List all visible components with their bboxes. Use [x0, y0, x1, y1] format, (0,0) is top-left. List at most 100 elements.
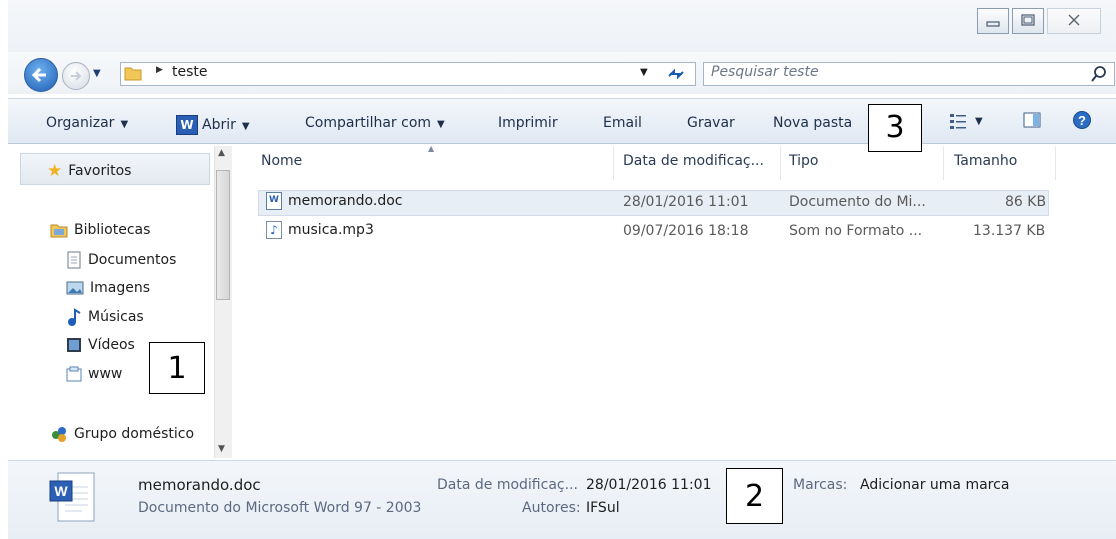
nova-pasta-button[interactable]: Nova pasta: [773, 115, 852, 131]
navigation-pane: [18, 146, 230, 458]
file-name-cell[interactable]: ♪ musica.mp3: [266, 221, 374, 239]
column-tamanho[interactable]: Tamanho: [954, 153, 1017, 169]
image-icon: [66, 281, 84, 295]
file-name-cell[interactable]: Wmemorando.doc: [266, 192, 402, 210]
view-options-icon[interactable]: [948, 111, 970, 131]
search-icon[interactable]: [1090, 65, 1108, 83]
view-dropdown-icon[interactable]: ▼: [975, 116, 983, 127]
nav-documentos[interactable]: Documentos: [66, 251, 176, 269]
compartilhar-label: Compartilhar com: [305, 115, 432, 131]
close-icon: [1068, 14, 1080, 26]
word-icon: W: [176, 115, 198, 135]
bibliotecas-label: Bibliotecas: [74, 222, 151, 238]
minimize-icon: [986, 21, 1000, 27]
nav-videos[interactable]: Vídeos: [66, 337, 135, 353]
homegroup-icon: [52, 427, 66, 442]
musicas-label: Músicas: [88, 309, 144, 325]
title-bar: [8, 0, 1116, 52]
details-authors-value[interactable]: IFSul: [586, 500, 620, 516]
file-type: Documento do Mi...: [789, 194, 926, 210]
abrir-button[interactable]: W Abrir ▼: [176, 115, 250, 135]
close-button[interactable]: [1047, 8, 1101, 34]
organizar-button[interactable]: Organizar ▼: [46, 115, 128, 131]
video-icon: [67, 338, 81, 352]
minimize-button[interactable]: [977, 8, 1009, 34]
folder-icon: [124, 67, 142, 81]
nav-favoritos[interactable]: ★ Favoritos: [47, 161, 132, 181]
nav-grupo-domestico[interactable]: Grupo doméstico: [50, 425, 194, 443]
abrir-label: Abrir: [202, 117, 236, 133]
column-separator[interactable]: [780, 146, 781, 180]
callout-3: 3: [868, 104, 922, 152]
music-note-icon: [68, 308, 81, 326]
search-placeholder: Pesquisar teste: [711, 64, 819, 80]
nav-bibliotecas[interactable]: Bibliotecas: [50, 222, 150, 238]
document-icon: [67, 251, 81, 269]
breadcrumb-arrow-icon[interactable]: ▶: [156, 65, 163, 75]
svg-text:W: W: [54, 483, 68, 499]
back-arrow-icon: [31, 67, 46, 83]
column-separator[interactable]: [1055, 146, 1056, 180]
chevron-down-icon: ▼: [437, 119, 445, 130]
details-date-label: Data de modificaç...: [437, 477, 578, 493]
videos-label: Vídeos: [88, 337, 135, 353]
organizar-label: Organizar: [46, 115, 115, 131]
nav-scrollbar-thumb[interactable]: [216, 170, 230, 300]
favoritos-label: Favoritos: [68, 163, 132, 179]
nav-imagens[interactable]: Imagens: [66, 280, 150, 296]
file-date: 09/07/2016 18:18: [623, 223, 749, 239]
details-tags-value[interactable]: Adicionar uma marca: [860, 477, 1009, 493]
file-size: 86 KB: [1005, 194, 1047, 210]
file-type: Som no Formato ...: [789, 223, 923, 239]
preview-pane-icon[interactable]: [1022, 110, 1042, 130]
library-folder-icon: [66, 366, 82, 382]
compartilhar-button[interactable]: Compartilhar com ▼: [305, 115, 445, 131]
word-document-large-icon: W: [49, 472, 95, 522]
grupo-domestico-label: Grupo doméstico: [74, 426, 195, 442]
callout-1: 1: [149, 342, 205, 394]
file-name: memorando.doc: [288, 193, 403, 209]
sort-ascending-icon: ▲: [428, 144, 435, 153]
word-document-icon: W: [266, 192, 282, 210]
gravar-button[interactable]: Gravar: [687, 115, 735, 131]
callout-2: 2: [726, 468, 783, 524]
column-separator[interactable]: [613, 146, 614, 180]
file-name: musica.mp3: [288, 222, 374, 238]
maximize-button[interactable]: [1012, 8, 1044, 34]
column-data[interactable]: Data de modificaç...: [623, 153, 764, 169]
imagens-label: Imagens: [90, 280, 151, 296]
imprimir-button[interactable]: Imprimir: [498, 115, 558, 131]
details-date-value: 28/01/2016 11:01: [586, 477, 712, 493]
star-icon: ★: [47, 161, 63, 181]
details-tags-label: Marcas:: [793, 477, 848, 493]
column-tipo[interactable]: Tipo: [789, 153, 818, 169]
file-date: 28/01/2016 11:01: [623, 194, 749, 210]
libraries-icon: [50, 224, 68, 238]
svg-text:?: ?: [1078, 113, 1086, 128]
forward-arrow-icon: [71, 71, 82, 81]
maximize-icon: [1021, 14, 1035, 26]
address-dropdown-icon[interactable]: ▼: [640, 67, 648, 78]
file-size: 13.137 KB: [973, 223, 1046, 239]
column-separator[interactable]: [943, 146, 944, 180]
www-label: www: [88, 366, 123, 382]
details-filename: memorando.doc: [138, 476, 261, 494]
scroll-down-icon[interactable]: ▼: [218, 444, 225, 454]
breadcrumb-teste[interactable]: teste: [172, 64, 208, 80]
nav-musicas[interactable]: Músicas: [66, 308, 144, 326]
back-button[interactable]: [24, 58, 58, 92]
details-filetype: Documento do Microsoft Word 97 - 2003: [138, 500, 422, 516]
help-icon[interactable]: ?: [1072, 110, 1092, 130]
chevron-down-icon: ▼: [120, 119, 129, 130]
audio-file-icon: ♪: [266, 221, 282, 239]
documentos-label: Documentos: [88, 252, 177, 268]
scroll-up-icon[interactable]: ▲: [218, 148, 225, 158]
forward-button[interactable]: [62, 62, 90, 90]
column-nome[interactable]: Nome: [261, 153, 302, 169]
details-authors-label: Autores:: [522, 500, 581, 516]
refresh-icon[interactable]: [665, 64, 687, 84]
nav-www[interactable]: www: [66, 366, 122, 382]
email-button[interactable]: Email: [603, 115, 642, 131]
recent-pages-dropdown[interactable]: ▼: [93, 68, 101, 79]
chevron-down-icon: ▼: [241, 121, 250, 132]
